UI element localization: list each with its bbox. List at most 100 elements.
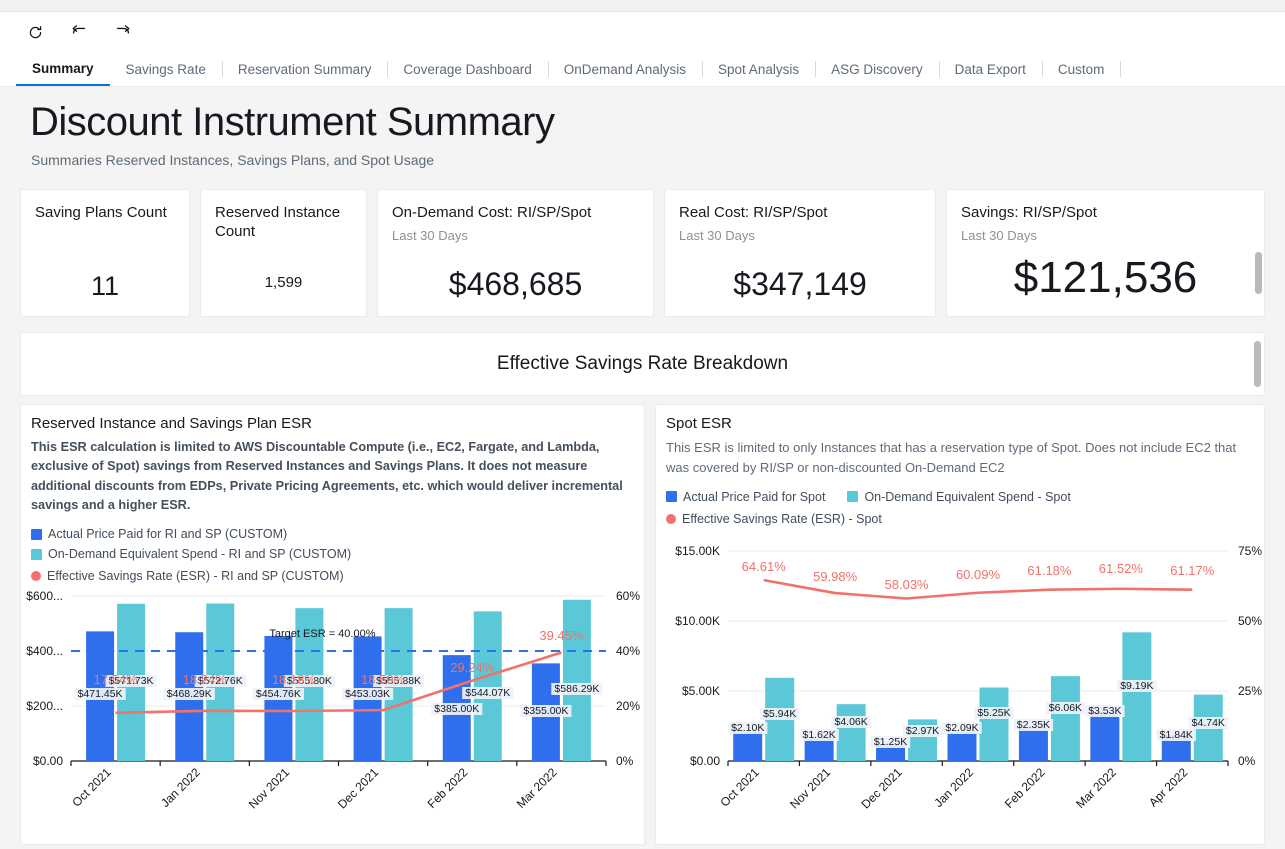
bar-value-label: $453.03K <box>345 688 390 700</box>
x-axis-tick: Mar 2022 <box>514 765 560 811</box>
tab-label: OnDemand Analysis <box>563 61 687 77</box>
x-axis-tick: Dec 2021 <box>858 765 904 811</box>
bar-value-label: $355.00K <box>523 705 568 717</box>
panel-title: Reserved Instance and Savings Plan ESR <box>31 415 312 432</box>
x-axis-tick-label: Feb 2022 <box>425 765 471 811</box>
tab-data-export[interactable]: Data Export <box>938 52 1042 86</box>
chart-legend: Actual Price Paid for Spot On-Demand Equ… <box>666 490 1264 526</box>
tab-label: Reservation Summary <box>237 61 372 77</box>
y-axis-tick-label: $0.00 <box>690 754 720 768</box>
tab-label: Coverage Dashboard <box>403 61 532 77</box>
tab-asg-discovery[interactable]: ASG Discovery <box>815 52 939 86</box>
bar-actual[interactable] <box>947 731 977 761</box>
legend-item-esr[interactable]: Effective Savings Rate (ESR) - RI and SP… <box>31 569 344 583</box>
chart-ri-sp-esr[interactable]: $0.00 $200... $400... $600... 0% 20% 40% 60% $47… <box>21 584 644 844</box>
x-axis-tick-label: Jan 2022 <box>158 765 203 810</box>
tab-custom[interactable]: Custom <box>1041 52 1121 86</box>
kpi-title: Real Cost: RI/SP/Spot <box>679 204 828 221</box>
y2-axis-tick-label: 0% <box>1238 754 1256 768</box>
bar-value-label: $385.00K <box>434 703 479 715</box>
x-axis-tick-label: Nov 2021 <box>246 765 292 811</box>
kpi-value: 1,599 <box>264 274 303 291</box>
legend-item-ondemand-spend-spot[interactable]: On-Demand Equivalent Spend - Spot <box>847 489 1071 504</box>
y-axis-tick-label: $10.00K <box>675 614 720 628</box>
legend-item-esr-spot[interactable]: Effective Savings Rate (ESR) - Spot <box>666 512 882 526</box>
tab-label: Data Export <box>954 61 1026 77</box>
legend-item-actual-price-spot[interactable]: Actual Price Paid for Spot <box>666 490 825 504</box>
y2-axis-tick-label: 25% <box>1238 684 1262 698</box>
y-axis-tick-label: $15.00K <box>675 544 720 558</box>
bar-actual[interactable] <box>804 738 834 761</box>
target-esr-label: Target ESR = 40.00% <box>269 628 375 640</box>
legend-label: Actual Price Paid for Spot <box>683 489 826 504</box>
y-axis-tick-label: $0.00 <box>33 754 63 768</box>
x-axis-tick-label: Mar 2022 <box>1073 765 1119 811</box>
bar-actual[interactable] <box>1090 711 1120 761</box>
esr-value-label: 61.18% <box>1027 563 1072 578</box>
x-axis-tick: Apr 2022 <box>1146 765 1191 810</box>
legend-swatch <box>666 491 677 502</box>
undo-icon[interactable] <box>66 19 92 45</box>
bar-ondemand[interactable] <box>562 599 591 761</box>
esr-value-label: 29.24% <box>450 660 495 675</box>
chart-svg: $0.00 $5.00K $10.00K $15.00K 0% 25% 50% 75% $2.1… <box>675 544 1262 811</box>
bar-ondemand[interactable] <box>1122 632 1152 761</box>
bar-value-label: $1.25K <box>874 736 907 748</box>
x-axis-tick: Feb 2022 <box>425 765 471 811</box>
x-axis-tick-label: Jan 2022 <box>931 765 976 810</box>
bar-value-label: $3.53K <box>1088 705 1121 717</box>
bar-value-label: $1.62K <box>803 729 836 741</box>
x-axis-tick: Jan 2022 <box>158 765 203 810</box>
kpi-card-saving-plans-count: Saving Plans Count 11 <box>20 189 190 317</box>
kpi-card-row: Saving Plans Count 11 Reserved Instance … <box>20 189 1265 317</box>
bar-ondemand[interactable] <box>979 687 1009 762</box>
kpi-title: On-Demand Cost: RI/SP/Spot <box>392 204 592 221</box>
x-axis-tick: Mar 2022 <box>1073 765 1119 811</box>
kpi-row-scrollbar-thumb[interactable] <box>1255 252 1262 294</box>
tab-label: Savings Rate <box>125 61 206 77</box>
esr-value-label: 61.52% <box>1099 561 1144 576</box>
x-axis-tick-label: Mar 2022 <box>514 765 560 811</box>
bar-value-label: $454.76K <box>256 688 301 700</box>
banner-scrollbar-thumb[interactable] <box>1254 341 1261 387</box>
tab-coverage-dashboard[interactable]: Coverage Dashboard <box>387 52 547 86</box>
chart-svg: $0.00 $200... $400... $600... 0% 20% 40% 60% $47… <box>26 589 640 811</box>
legend-item-ondemand-spend[interactable]: On-Demand Equivalent Spend - RI and SP (… <box>31 547 351 561</box>
bar-value-label: $2.97K <box>906 725 939 737</box>
legend-item-actual-price[interactable]: Actual Price Paid for RI and SP (CUSTOM) <box>31 527 287 541</box>
esr-value-label: 18.50% <box>361 672 406 687</box>
x-axis-tick: Feb 2022 <box>1002 765 1048 811</box>
x-axis-tick: Jan 2022 <box>931 765 976 810</box>
esr-value-label: 18.24% <box>183 672 228 687</box>
tab-summary[interactable]: Summary <box>16 52 110 86</box>
x-axis-tick: Dec 2021 <box>335 765 381 811</box>
refresh-icon[interactable] <box>22 19 48 45</box>
tab-ondemand-analysis[interactable]: OnDemand Analysis <box>547 52 702 86</box>
y2-axis-tick-label: 20% <box>616 699 640 713</box>
tab-spot-analysis[interactable]: Spot Analysis <box>702 52 815 86</box>
kpi-card-savings: Savings: RI/SP/Spot Last 30 Days $121,53… <box>946 189 1265 317</box>
redo-icon[interactable] <box>110 19 136 45</box>
chart-legend: Actual Price Paid for RI and SP (CUSTOM)… <box>31 527 644 583</box>
kpi-card-reserved-instance-count: Reserved Instance Count 1,599 <box>200 189 367 317</box>
x-axis-tick-label: Dec 2021 <box>858 765 904 811</box>
bar-value-label: $468.29K <box>167 688 212 700</box>
legend-label: On-Demand Equivalent Spend - Spot <box>864 489 1071 504</box>
tab-label: Summary <box>32 60 94 76</box>
chart-spot-esr[interactable]: $0.00 $5.00K $10.00K $15.00K 0% 25% 50% 75% $2.1… <box>656 539 1264 844</box>
section-banner-title: Effective Savings Rate Breakdown <box>496 353 789 374</box>
tab-reservation-summary[interactable]: Reservation Summary <box>221 52 388 86</box>
x-axis-tick-label: Oct 2021 <box>69 765 114 810</box>
kpi-value: $468,685 <box>448 266 583 302</box>
page-title: Discount Instrument Summary <box>30 100 555 144</box>
bar-value-label: $5.25K <box>977 707 1010 719</box>
bar-actual[interactable] <box>733 731 763 761</box>
legend-label: On-Demand Equivalent Spend - RI and SP (… <box>48 547 352 562</box>
kpi-value: 11 <box>90 271 120 301</box>
tab-savings-rate[interactable]: Savings Rate <box>110 52 222 86</box>
bar-ondemand[interactable] <box>1050 676 1080 761</box>
bar-actual[interactable] <box>1018 728 1048 761</box>
bar-ondemand[interactable] <box>836 704 866 761</box>
tab-bar: Summary Savings Rate Reservation Summary Co… <box>0 52 1285 87</box>
bar-value-label: $586.29K <box>554 683 599 695</box>
